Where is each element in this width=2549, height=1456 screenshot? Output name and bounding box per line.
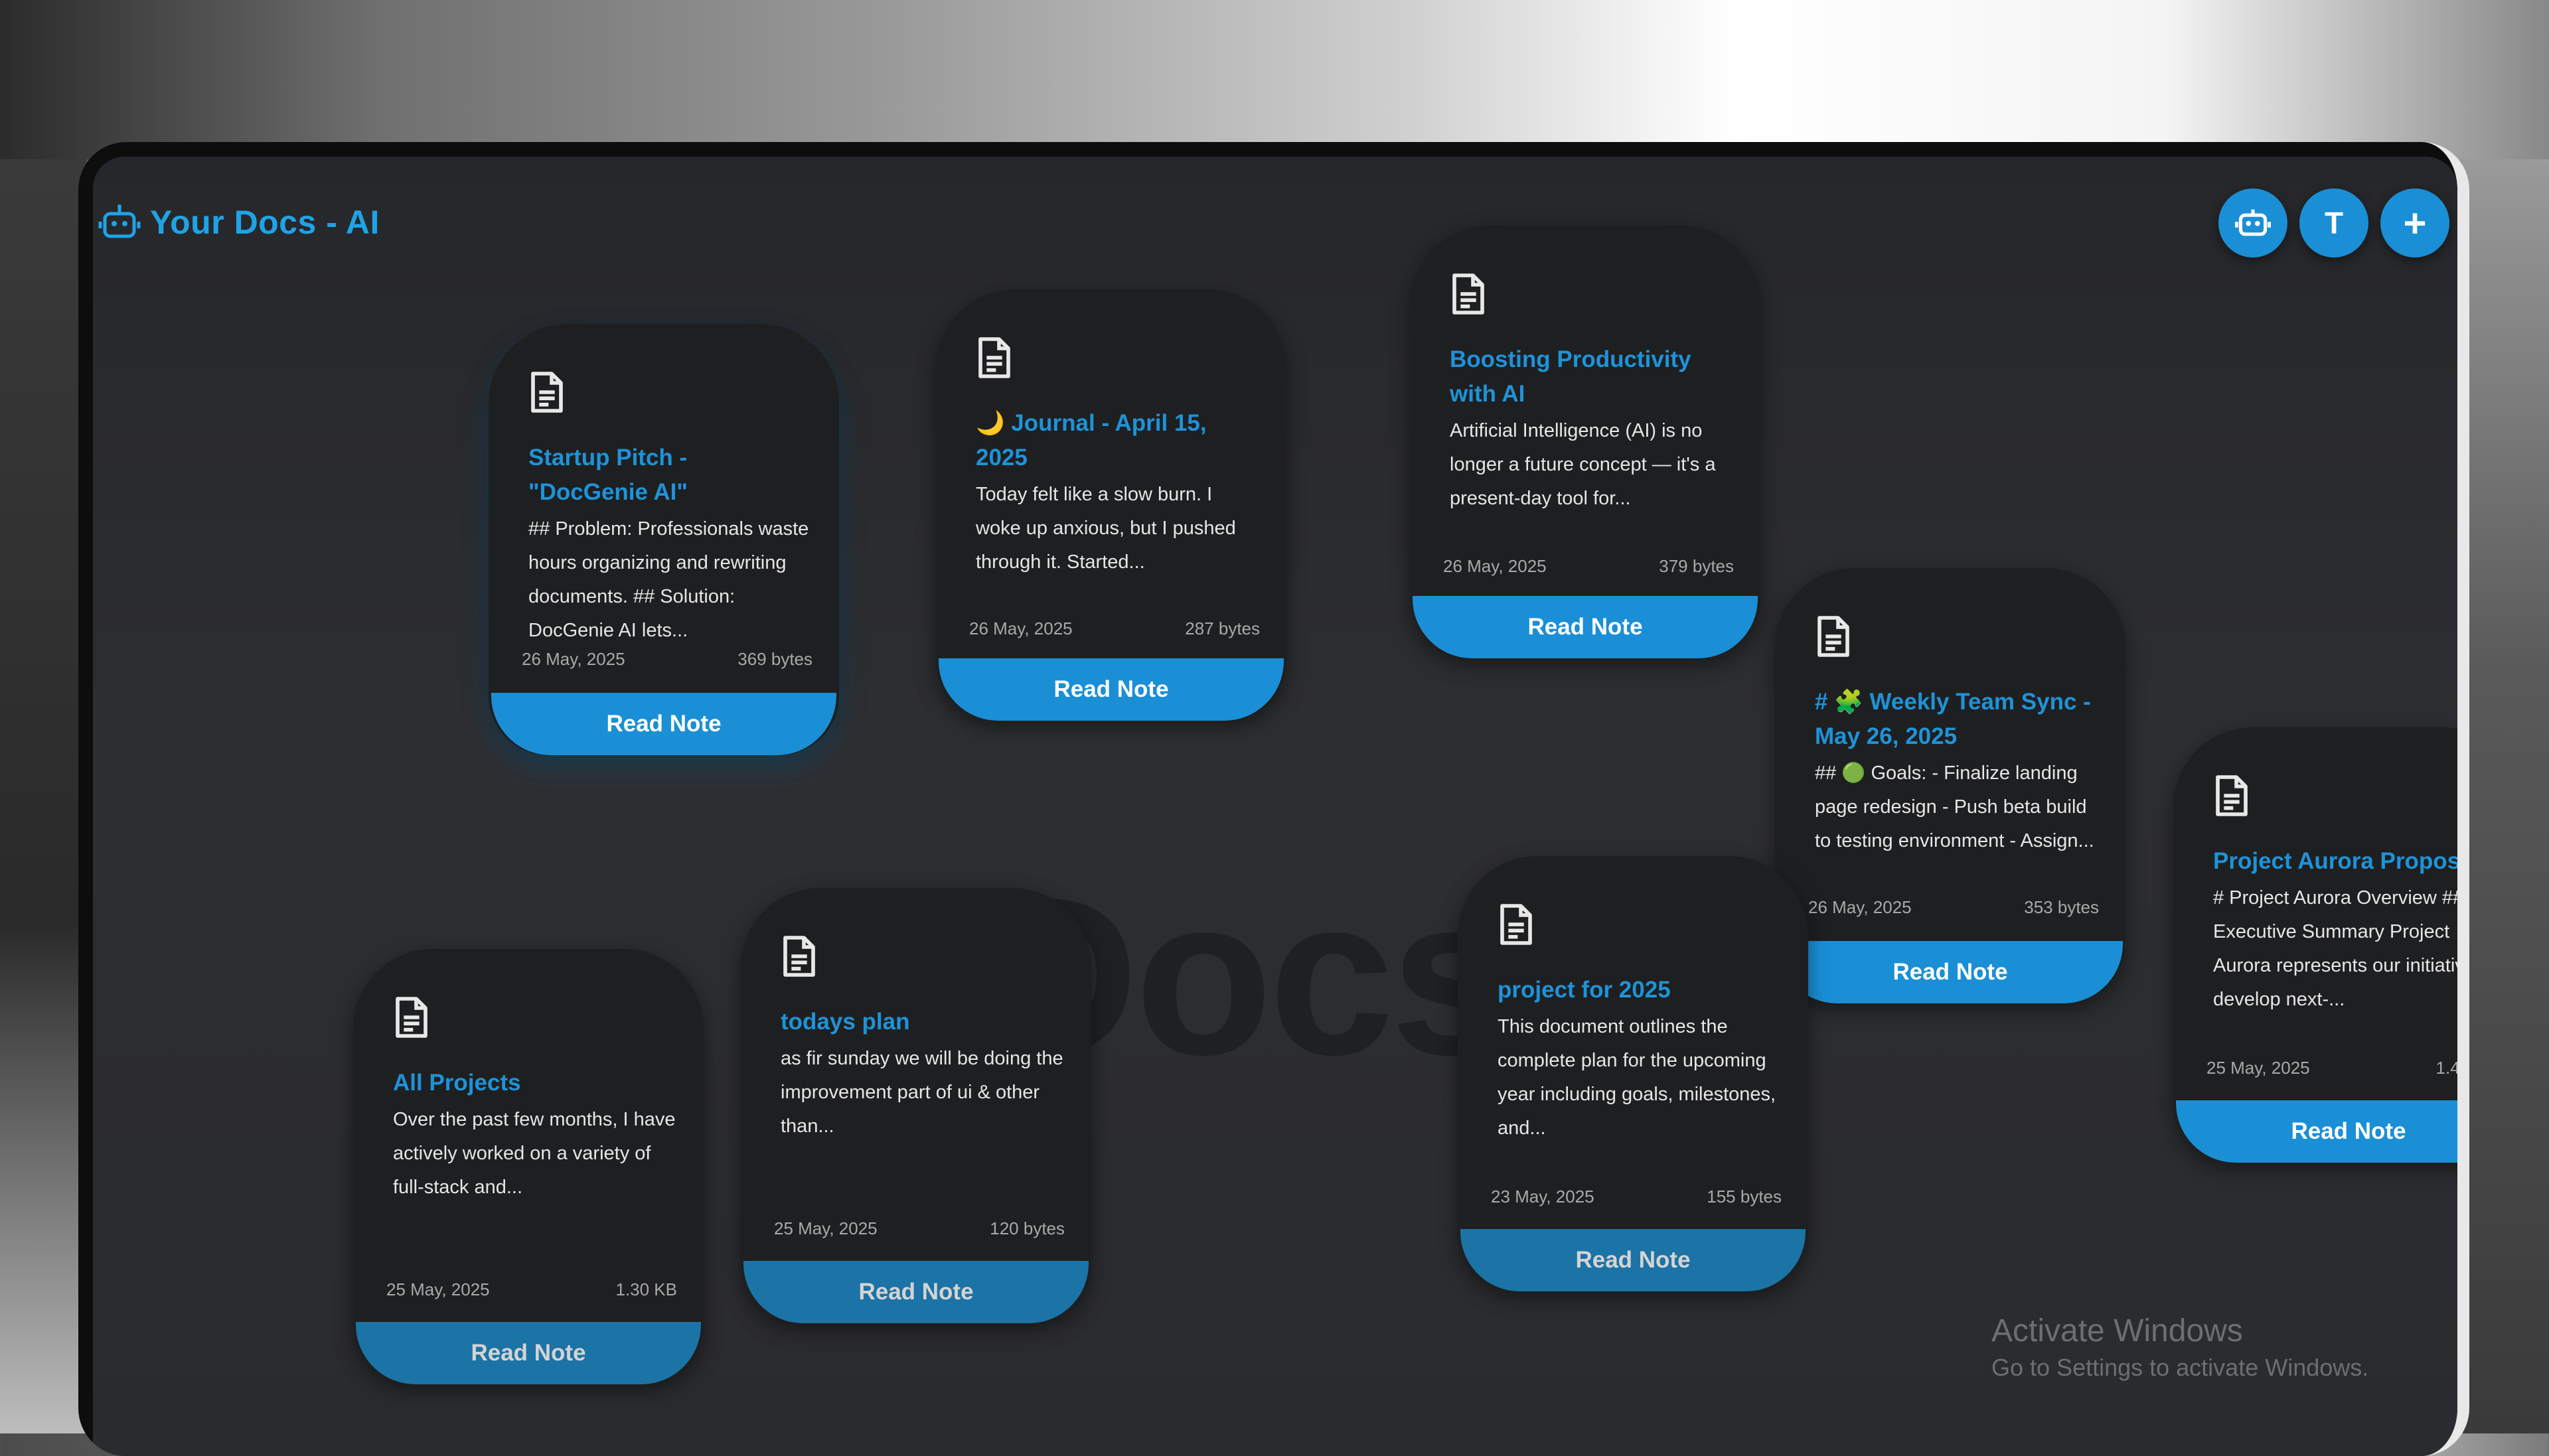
document-icon bbox=[1452, 273, 1484, 315]
note-excerpt: This document outlines the complete plan… bbox=[1498, 1016, 1776, 1139]
note-title: project for 2025 bbox=[1498, 977, 1671, 1003]
read-note-button[interactable]: Read Note bbox=[491, 693, 836, 755]
activate-windows-title: Activate Windows bbox=[1991, 1313, 2243, 1348]
document-icon bbox=[396, 997, 427, 1038]
profile-avatar-button[interactable]: T bbox=[2299, 188, 2368, 257]
document-icon bbox=[1817, 616, 1849, 657]
note-size: 1.30 KB bbox=[615, 1279, 677, 1299]
robot-icon bbox=[98, 204, 141, 238]
note-meta: 26 May, 2025 379 bytes bbox=[1443, 556, 1734, 577]
note-title: All Projects bbox=[393, 1070, 521, 1096]
desktop-backdrop-left bbox=[0, 159, 86, 1433]
note-title: todays plan bbox=[781, 1009, 910, 1035]
note-excerpt: Today felt like a slow burn. I woke up a… bbox=[976, 484, 1236, 573]
note-date: 23 May, 2025 bbox=[1491, 1187, 1594, 1206]
note-excerpt: # Project Aurora Overview ## Executive S… bbox=[2213, 887, 2469, 1010]
add-note-button[interactable]: + bbox=[2380, 188, 2449, 257]
note-excerpt: ## Problem: Professionals waste hours or… bbox=[528, 518, 809, 641]
note-excerpt: Over the past few months, I have activel… bbox=[393, 1109, 676, 1198]
note-title: # 🧩 Weekly Team Sync - May 26, 2025 bbox=[1815, 689, 2091, 749]
note-date: 26 May, 2025 bbox=[522, 649, 625, 669]
note-date: 25 May, 2025 bbox=[2206, 1058, 2310, 1078]
read-note-button[interactable]: Read Note bbox=[1778, 941, 2123, 1003]
read-note-button[interactable]: Read Note bbox=[743, 1261, 1089, 1323]
note-size: 1.40 KB bbox=[2435, 1058, 2469, 1078]
read-note-button[interactable]: Read Note bbox=[939, 658, 1284, 721]
note-excerpt: ## 🟢 Goals: - Finalize landing page rede… bbox=[1815, 763, 2094, 851]
app-title: Your Docs - AI bbox=[150, 204, 380, 241]
note-meta: 25 May, 2025 1.40 KB bbox=[2206, 1058, 2469, 1078]
ai-assistant-button[interactable] bbox=[2218, 188, 2287, 257]
note-size: 287 bytes bbox=[1185, 619, 1260, 638]
note-card[interactable]: Project Aurora Proposal # Project Aurora… bbox=[2173, 727, 2469, 1163]
note-card[interactable]: project for 2025 This document outlines … bbox=[1458, 856, 1808, 1291]
note-size: 155 bytes bbox=[1707, 1187, 1782, 1206]
note-meta: 26 May, 2025 287 bytes bbox=[969, 619, 1260, 639]
read-note-button[interactable]: Read Note bbox=[1413, 596, 1758, 658]
read-note-button[interactable]: Read Note bbox=[2176, 1100, 2457, 1163]
note-size: 369 bytes bbox=[737, 649, 812, 669]
document-icon bbox=[2216, 775, 2248, 816]
note-meta: 25 May, 2025 1.30 KB bbox=[386, 1279, 677, 1300]
note-date: 26 May, 2025 bbox=[1443, 556, 1547, 576]
note-card[interactable]: All Projects Over the past few months, I… bbox=[353, 949, 704, 1384]
app-main: Your Docs - AI T + Docs. Startup Pitch -… bbox=[93, 157, 2457, 1456]
document-icon bbox=[978, 337, 1010, 378]
read-note-button[interactable]: Read Note bbox=[1460, 1229, 1806, 1291]
activate-windows-subtitle: Go to Settings to activate Windows. bbox=[1991, 1354, 2369, 1381]
note-title: Project Aurora Proposal bbox=[2213, 848, 2469, 874]
note-excerpt: as fir sunday we will be doing the impro… bbox=[781, 1048, 1063, 1137]
note-meta: 26 May, 2025 369 bytes bbox=[522, 649, 812, 670]
note-date: 25 May, 2025 bbox=[386, 1279, 490, 1299]
note-title: 🌙 Journal - April 15, 2025 bbox=[976, 410, 1207, 471]
app-header: Your Docs - AI T + bbox=[93, 157, 2457, 263]
note-title: Boosting Productivity with AI bbox=[1450, 346, 1691, 407]
note-meta: 25 May, 2025 120 bytes bbox=[774, 1218, 1065, 1239]
note-card[interactable]: Startup Pitch - "DocGenie AI" ## Problem… bbox=[489, 324, 839, 755]
note-meta: 26 May, 2025 353 bytes bbox=[1808, 897, 2099, 918]
note-size: 379 bytes bbox=[1659, 556, 1734, 576]
document-icon bbox=[1500, 904, 1532, 945]
note-date: 25 May, 2025 bbox=[774, 1218, 878, 1238]
note-size: 353 bytes bbox=[2024, 897, 2099, 917]
note-date: 26 May, 2025 bbox=[1808, 897, 1912, 917]
note-card[interactable]: 🌙 Journal - April 15, 2025 Today felt li… bbox=[936, 289, 1286, 721]
note-card[interactable]: # 🧩 Weekly Team Sync - May 26, 2025 ## 🟢… bbox=[1775, 568, 2125, 1003]
robot-icon bbox=[2235, 209, 2271, 236]
note-card[interactable]: todays plan as fir sunday we will be doi… bbox=[741, 888, 1091, 1323]
note-date: 26 May, 2025 bbox=[969, 619, 1073, 638]
note-size: 120 bytes bbox=[990, 1218, 1065, 1238]
desktop-backdrop-right bbox=[2463, 159, 2549, 1433]
document-icon bbox=[783, 936, 815, 977]
note-title: Startup Pitch - "DocGenie AI" bbox=[528, 445, 688, 505]
note-meta: 23 May, 2025 155 bytes bbox=[1491, 1187, 1782, 1207]
read-note-button[interactable]: Read Note bbox=[356, 1322, 701, 1384]
browser-window: Your Docs - AI T + Docs. Startup Pitch -… bbox=[78, 142, 2469, 1456]
desktop-backdrop-top bbox=[0, 0, 2549, 159]
document-icon bbox=[531, 372, 563, 413]
note-card[interactable]: Boosting Productivity with AI Artificial… bbox=[1410, 226, 1760, 658]
note-excerpt: Artificial Intelligence (AI) is no longe… bbox=[1450, 420, 1716, 509]
